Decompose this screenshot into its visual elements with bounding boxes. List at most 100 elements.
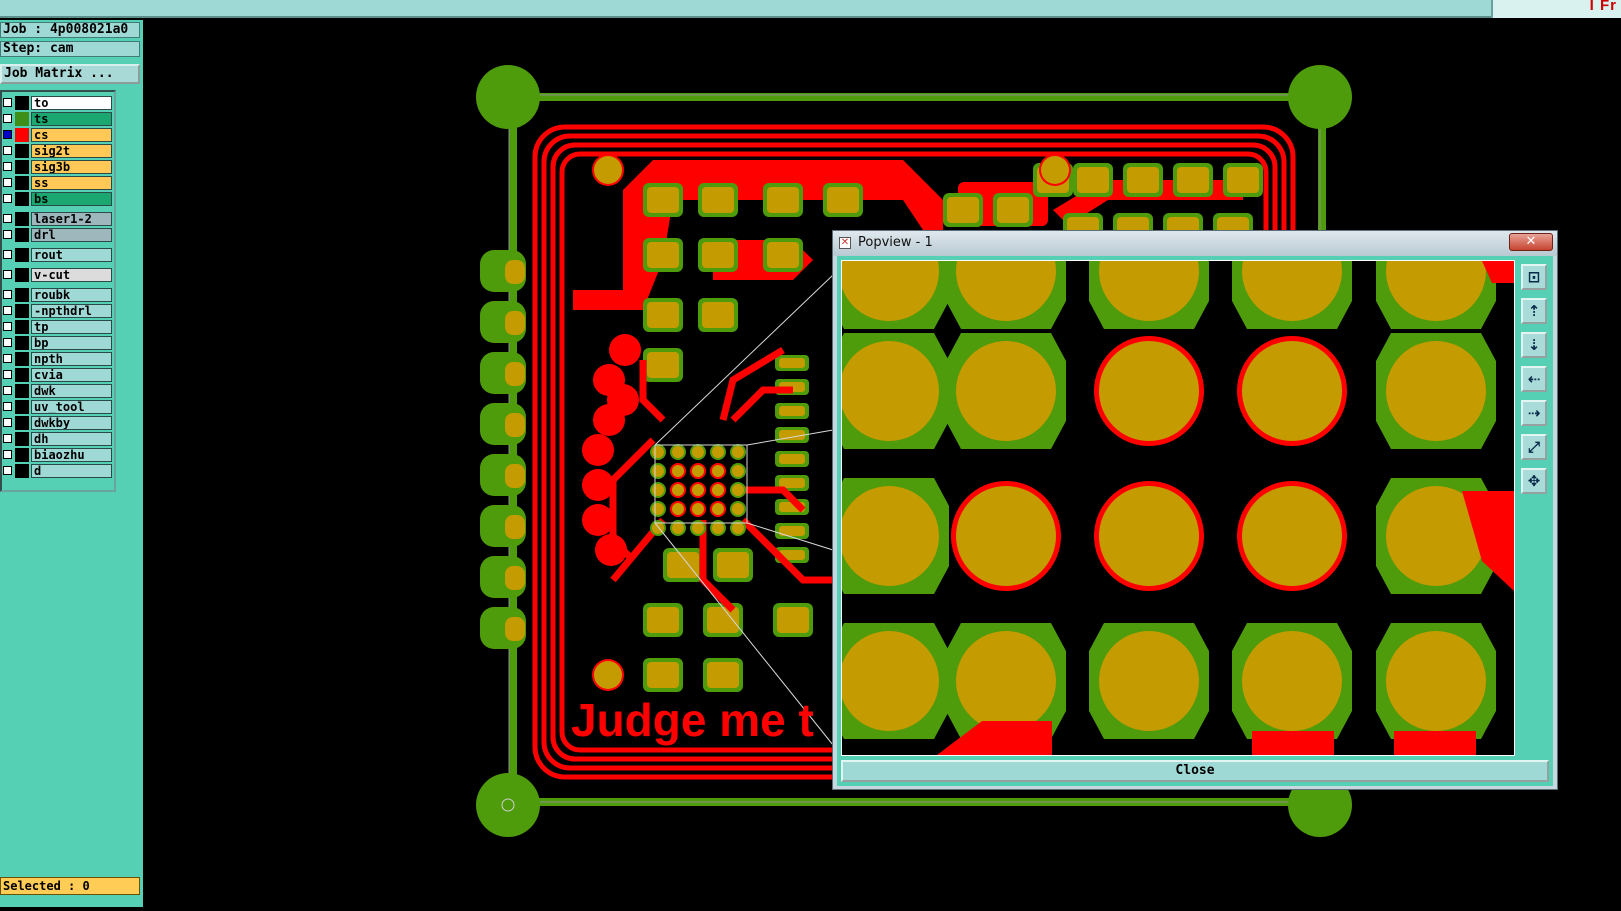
layer-row-roubk[interactable]: roubk (2, 288, 114, 302)
layer-row-cs[interactable]: cs (2, 128, 114, 142)
smd-pad-copper (1077, 167, 1109, 193)
layer-name[interactable]: sig2t (31, 144, 112, 158)
layer-row-laser1-2[interactable]: laser1-2 (2, 212, 114, 226)
layer-checkbox[interactable] (3, 338, 12, 347)
layer-row-uv_tool[interactable]: uv_tool (2, 400, 114, 414)
layer-row-sig2t[interactable]: sig2t (2, 144, 114, 158)
edge-pad-copper (505, 413, 525, 437)
zoom-pad (1386, 341, 1486, 441)
layer-color-swatch (15, 288, 29, 302)
zoom-pad (956, 486, 1056, 586)
layer-name[interactable]: bp (31, 336, 112, 350)
layer-name[interactable]: dwk (31, 384, 112, 398)
layer-checkbox[interactable] (3, 370, 12, 379)
layer-row-rout[interactable]: rout (2, 248, 114, 262)
layer-row-cvia[interactable]: cvia (2, 368, 114, 382)
layer-row-sig3b[interactable]: sig3b (2, 160, 114, 174)
layer-name[interactable]: cs (31, 128, 112, 142)
edge-pad-copper (505, 515, 525, 539)
layer-checkbox[interactable] (3, 434, 12, 443)
layer-checkbox[interactable] (3, 466, 12, 475)
bga-ball-copper (672, 522, 684, 534)
top-menu-bar: I Fr (0, 0, 1621, 18)
layer-checkbox[interactable] (3, 114, 12, 123)
layer-name[interactable]: laser1-2 (31, 212, 112, 226)
round-pad (594, 661, 622, 689)
layer-checkbox[interactable] (3, 214, 12, 223)
edge-pad-copper (505, 566, 525, 590)
layer-row-dwk[interactable]: dwk (2, 384, 114, 398)
layer-row-drl[interactable]: drl (2, 228, 114, 242)
layer-name[interactable]: v-cut (31, 268, 112, 282)
layer-row-v-cut[interactable]: v-cut (2, 268, 114, 282)
layer-row-bp[interactable]: bp (2, 336, 114, 350)
layer-checkbox[interactable] (3, 130, 12, 139)
layer-checkbox[interactable] (3, 194, 12, 203)
smd-pad-copper (647, 242, 679, 268)
popview-titlebar[interactable]: ✕ Popview - 1 ✕ (833, 231, 1557, 256)
layer-name[interactable]: tp (31, 320, 112, 334)
layer-row-ts[interactable]: ts (2, 112, 114, 126)
move-down-icon[interactable]: ⇣ (1521, 332, 1547, 358)
smd-pad-copper (707, 607, 739, 633)
smd-pad-copper (947, 197, 979, 223)
move-left-icon[interactable]: ⇠ (1521, 366, 1547, 392)
layer-name[interactable]: to (31, 96, 112, 110)
layer-row-dwkby[interactable]: dwkby (2, 416, 114, 430)
layer-row-npth[interactable]: npth (2, 352, 114, 366)
layer-row-to[interactable]: to (2, 96, 114, 110)
layer-checkbox[interactable] (3, 290, 12, 299)
layer-checkbox[interactable] (3, 270, 12, 279)
zoom-trace (1394, 731, 1476, 755)
layer-name[interactable]: dh (31, 432, 112, 446)
layer-checkbox[interactable] (3, 146, 12, 155)
popview-zoom-view[interactable] (841, 260, 1515, 756)
move-up-icon[interactable]: ⇡ (1521, 298, 1547, 324)
window-close-button[interactable]: ✕ (1509, 233, 1553, 251)
layer-row-d[interactable]: d (2, 464, 114, 478)
zoom-in-icon[interactable]: ⤢ (1521, 434, 1547, 460)
layer-row-dh[interactable]: dh (2, 432, 114, 446)
layer-checkbox[interactable] (3, 306, 12, 315)
layer-name[interactable]: biaozhu (31, 448, 112, 462)
layer-name[interactable]: dwkby (31, 416, 112, 430)
layer-name[interactable]: -npthdrl (31, 304, 112, 318)
popview-close-button[interactable]: Close (841, 760, 1549, 782)
layer-checkbox[interactable] (3, 162, 12, 171)
layer-name[interactable]: d (31, 464, 112, 478)
smd-pad-copper (767, 242, 799, 268)
layer-checkbox[interactable] (3, 402, 12, 411)
layer-checkbox[interactable] (3, 322, 12, 331)
layer-name[interactable]: ss (31, 176, 112, 190)
smd-pad-copper (707, 662, 739, 688)
layer-name[interactable]: sig3b (31, 160, 112, 174)
layer-color-swatch (15, 176, 29, 190)
layer-checkbox[interactable] (3, 178, 12, 187)
layer-checkbox[interactable] (3, 230, 12, 239)
layer-checkbox[interactable] (3, 98, 12, 107)
layer-checkbox[interactable] (3, 450, 12, 459)
layer-row-bs[interactable]: bs (2, 192, 114, 206)
layer-row-tp[interactable]: tp (2, 320, 114, 334)
smd-pad-copper (777, 607, 809, 633)
zoom-fit-icon[interactable]: ⊡ (1521, 264, 1547, 290)
layer-name[interactable]: ts (31, 112, 112, 126)
layer-checkbox[interactable] (3, 418, 12, 427)
layer-color-swatch (15, 228, 29, 242)
layer-name[interactable]: bs (31, 192, 112, 206)
layer-row-ss[interactable]: ss (2, 176, 114, 190)
layer-name[interactable]: drl (31, 228, 112, 242)
layer-row-biaozhu[interactable]: biaozhu (2, 448, 114, 462)
job-matrix-button[interactable]: Job Matrix ... (0, 64, 140, 84)
layer-name[interactable]: uv_tool (31, 400, 112, 414)
layer-name[interactable]: cvia (31, 368, 112, 382)
layer-name[interactable]: rout (31, 248, 112, 262)
layer-name[interactable]: npth (31, 352, 112, 366)
layer-checkbox[interactable] (3, 250, 12, 259)
layer-checkbox[interactable] (3, 386, 12, 395)
layer-checkbox[interactable] (3, 354, 12, 363)
zoom-out-icon[interactable]: ✥ (1521, 468, 1547, 494)
layer-name[interactable]: roubk (31, 288, 112, 302)
layer-row--npthdrl[interactable]: -npthdrl (2, 304, 114, 318)
move-right-icon[interactable]: ⇢ (1521, 400, 1547, 426)
